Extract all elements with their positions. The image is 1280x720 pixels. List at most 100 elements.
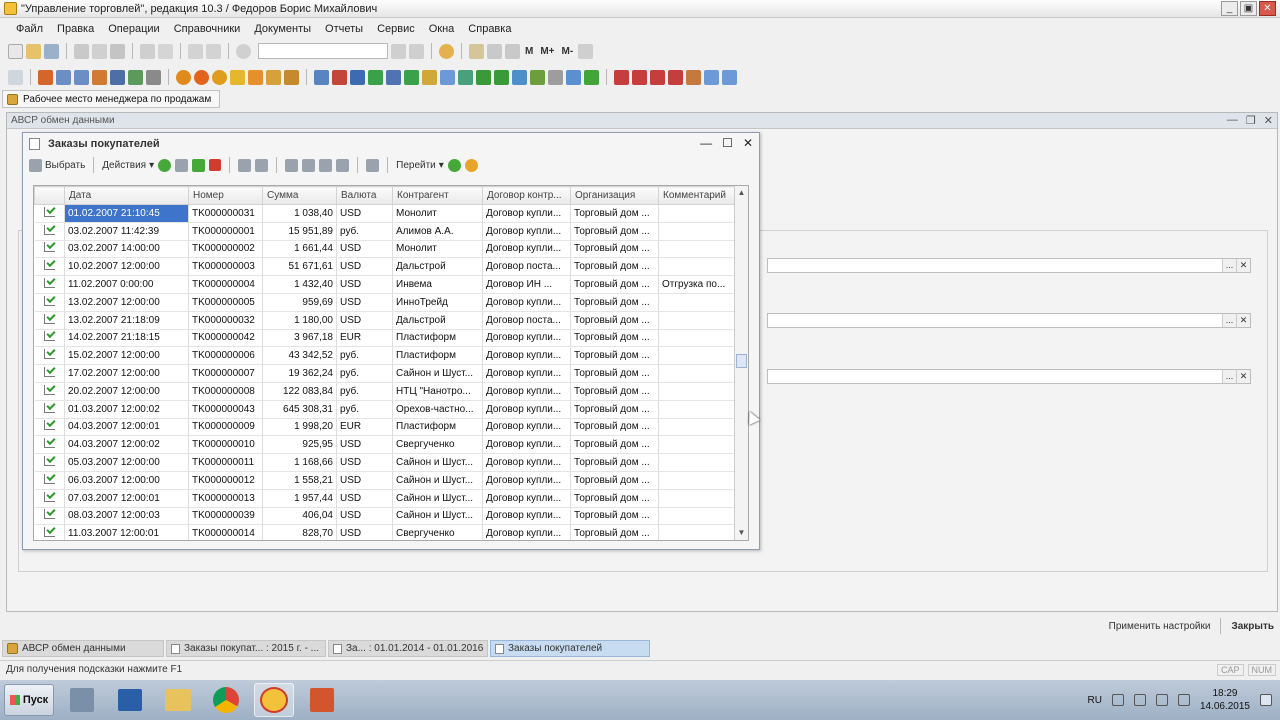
cell-sum[interactable]: 1 168,66 — [262, 453, 337, 472]
invoice-icon[interactable] — [350, 69, 365, 85]
cell-comment[interactable]: Отгрузка по... — [658, 275, 735, 294]
save-icon[interactable] — [44, 43, 59, 59]
users-red-icon[interactable] — [614, 69, 629, 85]
cell-currency[interactable]: USD — [336, 293, 393, 312]
paste-icon[interactable] — [110, 43, 125, 59]
cell-organization[interactable]: Торговый дом ... — [570, 329, 659, 348]
analysis-icon[interactable] — [566, 69, 581, 85]
filter-icon[interactable] — [285, 158, 299, 172]
cell-sum[interactable]: 122 083,84 — [262, 382, 337, 401]
cell-contract[interactable]: Договор купли... — [482, 524, 571, 540]
help-icon[interactable] — [464, 158, 478, 172]
col-currency[interactable]: Валюта — [336, 186, 393, 205]
cell-currency[interactable]: USD — [336, 311, 393, 330]
cell-organization[interactable]: Торговый дом ... — [570, 346, 659, 366]
cell-sum[interactable]: 15 951,89 — [262, 222, 337, 241]
cell-comment[interactable] — [658, 204, 735, 223]
clipboard-icon[interactable] — [505, 43, 520, 59]
cell-date[interactable]: 06.03.2007 12:00:00 — [64, 471, 189, 490]
cell-currency[interactable]: руб. — [336, 400, 393, 419]
cell-date[interactable]: 01.02.2007 21:10:45 — [64, 204, 189, 223]
cell-date[interactable]: 04.03.2007 12:00:01 — [64, 418, 189, 437]
cell-number[interactable]: TK000000032 — [188, 311, 263, 330]
cell-currency[interactable]: USD — [336, 507, 393, 526]
table-row[interactable]: 05.03.2007 12:00:00 TK000000011 1 168,66 US… — [34, 453, 735, 472]
table-row[interactable]: 11.02.2007 0:00:00 TK000000004 1 432,40 USD… — [34, 275, 735, 294]
filter-by-value-icon[interactable] — [302, 158, 316, 172]
cell-comment[interactable] — [658, 293, 735, 312]
table-row[interactable]: 17.02.2007 12:00:00 TK000000007 19 362,24 р… — [34, 364, 735, 383]
calculator-icon[interactable] — [469, 43, 484, 59]
undo-icon[interactable] — [188, 43, 203, 59]
cell-organization[interactable]: Торговый дом ... — [570, 435, 659, 455]
truck-icon[interactable] — [92, 69, 107, 85]
books-icon[interactable] — [38, 69, 53, 85]
cell-organization[interactable]: Торговый дом ... — [570, 524, 659, 540]
pin-icon[interactable] — [578, 43, 594, 59]
table-row[interactable]: 13.02.2007 21:18:09 TK000000032 1 180,00 US… — [34, 311, 735, 330]
cell-currency[interactable]: USD — [336, 489, 393, 508]
cell-organization[interactable]: Торговый дом ... — [570, 382, 659, 401]
cell-counterparty[interactable]: Монолит — [392, 240, 483, 259]
cell-number[interactable]: TK000000003 — [188, 257, 263, 277]
menu-help[interactable]: Справка — [468, 23, 511, 35]
cell-sum[interactable]: 645 308,31 — [262, 400, 337, 419]
memory-minus-button[interactable]: M- — [562, 46, 574, 57]
cell-currency[interactable]: руб. — [336, 364, 393, 383]
cell-number[interactable]: TK000000002 — [188, 240, 263, 259]
cell-comment[interactable] — [658, 489, 735, 508]
cell-number[interactable]: TK000000009 — [188, 418, 263, 437]
phone-icon[interactable] — [722, 69, 737, 85]
cell-currency[interactable]: EUR — [336, 329, 393, 348]
cell-comment[interactable] — [658, 435, 735, 455]
panel-icon[interactable] — [8, 69, 23, 85]
cell-organization[interactable]: Торговый дом ... — [570, 489, 659, 508]
menu-service[interactable]: Сервис — [377, 23, 415, 35]
cell-contract[interactable]: Договор купли... — [482, 293, 571, 312]
cell-sum[interactable]: 3 967,18 — [262, 329, 337, 348]
menu-reports[interactable]: Отчеты — [325, 23, 363, 35]
cell-date[interactable]: 01.03.2007 12:00:02 — [64, 400, 189, 419]
cell-comment[interactable] — [658, 471, 735, 490]
cell-counterparty[interactable]: ИнноТрейд — [392, 293, 483, 312]
money-out-icon[interactable] — [194, 69, 209, 85]
cell-sum[interactable]: 1 432,40 — [262, 275, 337, 294]
menu-operations[interactable]: Операции — [108, 23, 159, 35]
edit-icon[interactable] — [192, 158, 206, 172]
cell-sum[interactable]: 19 362,24 — [262, 364, 337, 383]
warehouse-icon[interactable] — [422, 69, 437, 85]
cell-contract[interactable]: Договор купли... — [482, 382, 571, 401]
contacts-icon[interactable] — [632, 69, 647, 85]
cell-number[interactable]: TK000000042 — [188, 329, 263, 348]
cell-sum[interactable]: 1 661,44 — [262, 240, 337, 259]
delete-icon[interactable] — [209, 159, 222, 171]
cell-currency[interactable]: USD — [336, 435, 393, 455]
cell-sum[interactable]: 43 342,52 — [262, 346, 337, 366]
cell-organization[interactable]: Торговый дом ... — [570, 364, 659, 383]
cell-date[interactable]: 03.02.2007 11:42:39 — [64, 222, 189, 241]
cell-organization[interactable]: Торговый дом ... — [570, 293, 659, 312]
shipment-icon[interactable] — [368, 69, 383, 85]
cell-date[interactable]: 05.03.2007 12:00:00 — [64, 453, 189, 472]
cell-comment[interactable] — [658, 524, 735, 540]
cell-currency[interactable]: USD — [336, 524, 393, 540]
cell-organization[interactable]: Торговый дом ... — [570, 400, 659, 419]
cell-number[interactable]: TK000000014 — [188, 524, 263, 540]
cell-contract[interactable]: Договор купли... — [482, 240, 571, 259]
workplace-manager-tab[interactable]: Рабочее место менеджера по продажам — [2, 90, 220, 108]
cell-organization[interactable]: Торговый дом ... — [570, 275, 659, 294]
scroll-down-icon[interactable]: ▼ — [735, 526, 748, 540]
scroll-thumb[interactable] — [736, 354, 747, 368]
cell-contract[interactable]: Договор купли... — [482, 471, 571, 490]
goto-menu-button[interactable]: Перейти ▾ — [396, 160, 444, 171]
incoming-icon[interactable] — [404, 69, 419, 85]
cell-contract[interactable]: Договор купли... — [482, 507, 571, 526]
cell-number[interactable]: TK000000031 — [188, 204, 263, 223]
cell-counterparty[interactable]: Сайнон и Шуст... — [392, 471, 483, 490]
money-icon[interactable] — [176, 69, 191, 85]
window-tab-customer-orders[interactable]: Заказы покупателей — [490, 640, 650, 657]
window-tab-orders-2015[interactable]: Заказы покупат... : 2015 г. - ... — [166, 640, 326, 657]
taskbar-app-powerpoint[interactable] — [302, 683, 342, 717]
cell-counterparty[interactable]: Орехов-частно... — [392, 400, 483, 419]
cell-contract[interactable]: Договор поста... — [482, 257, 571, 277]
